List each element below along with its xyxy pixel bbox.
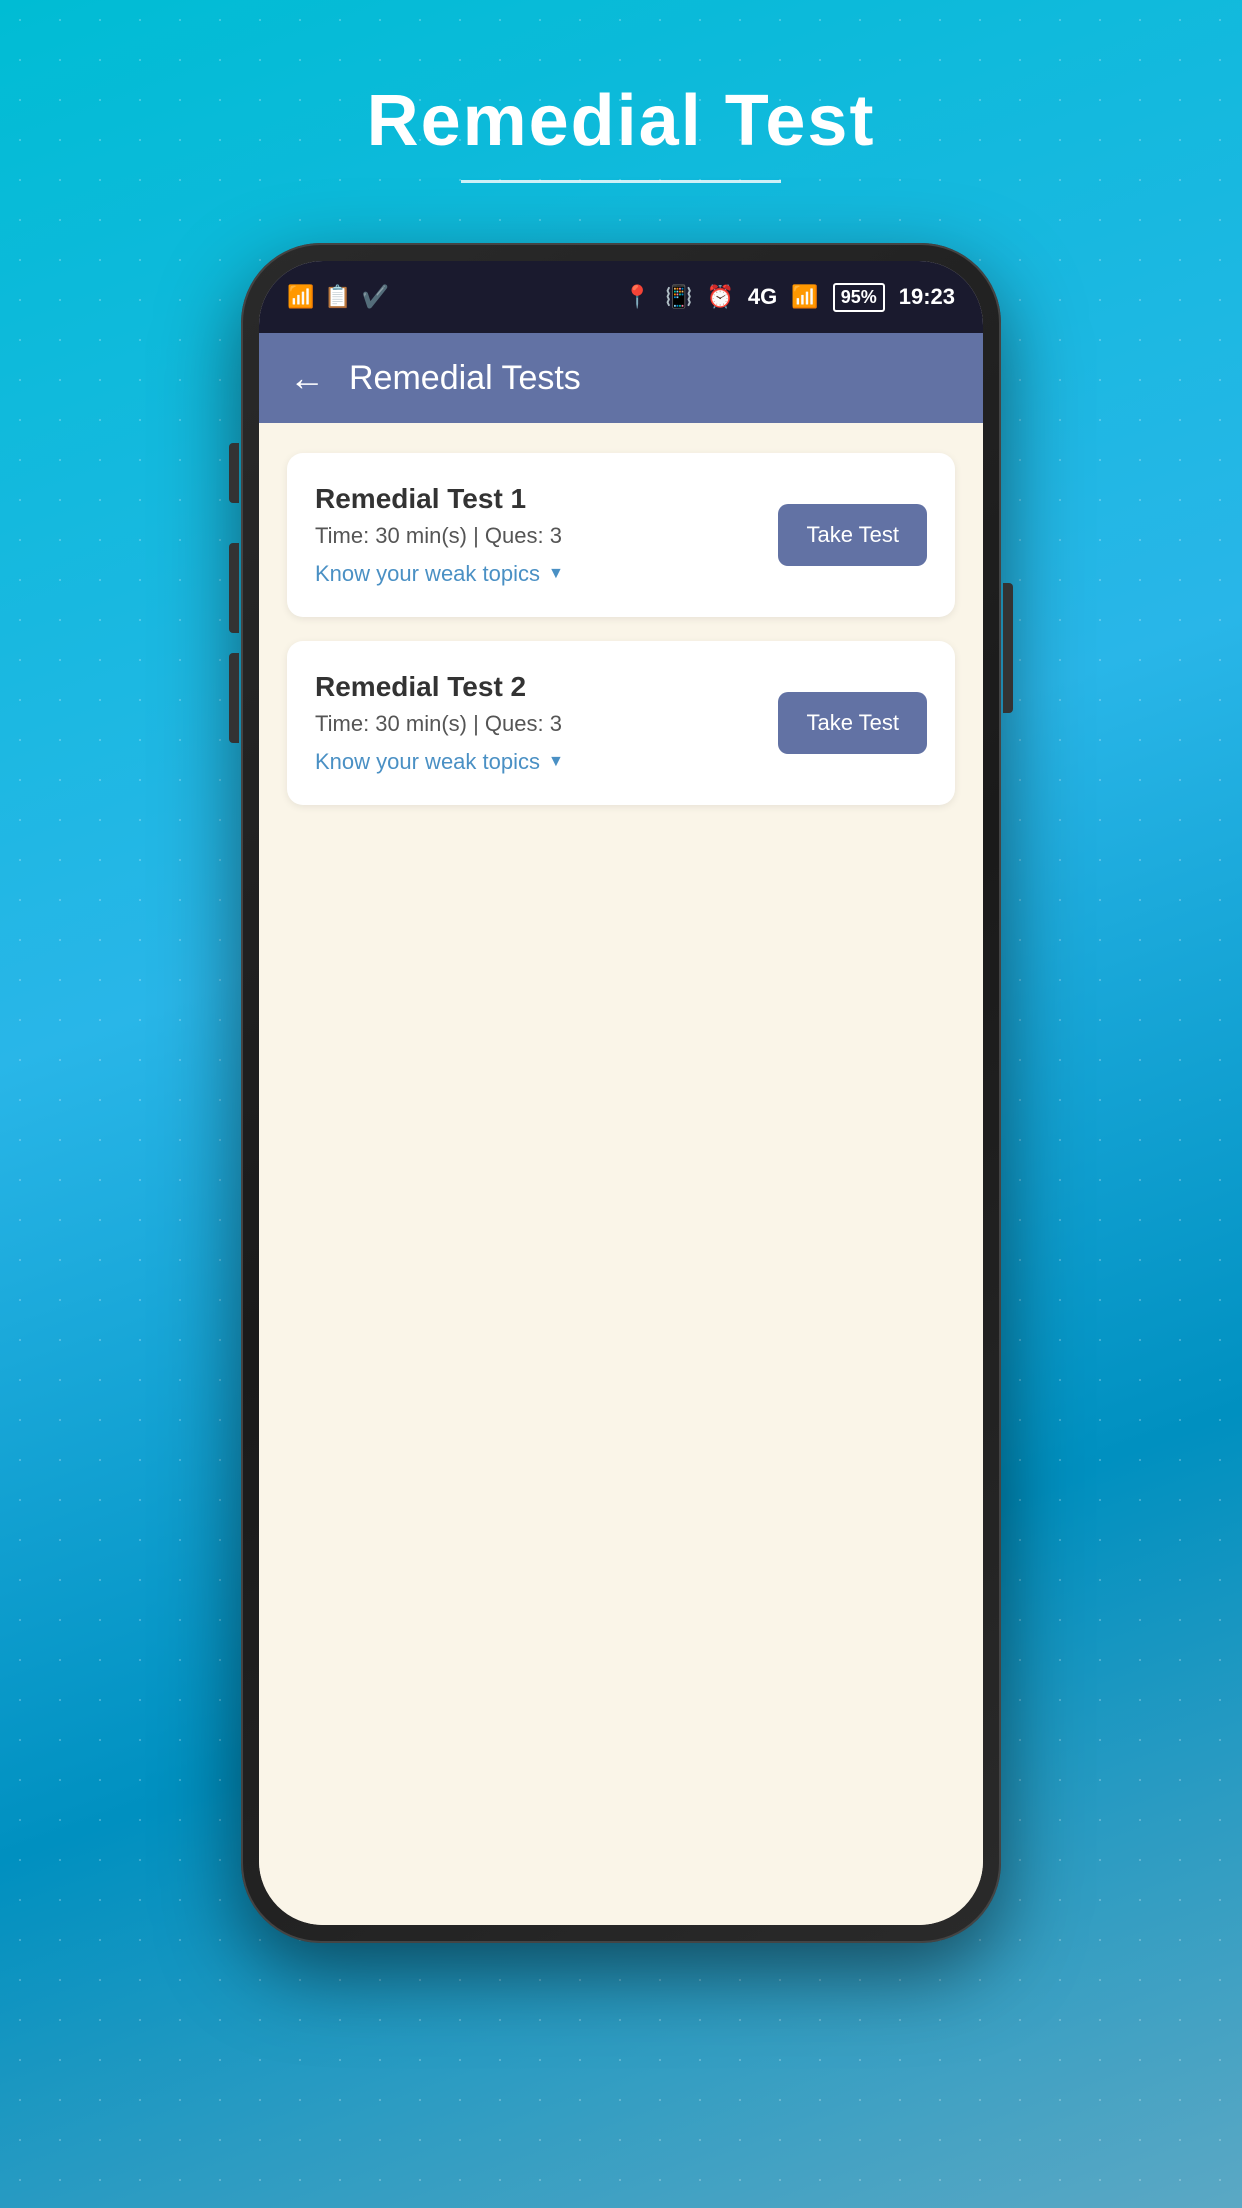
test-2-meta: Time: 30 min(s) | Ques: 3	[315, 711, 564, 737]
status-right: 📍 📳 ⏰ 4G 📶 95% 19:23	[624, 283, 955, 312]
signal-label: 4G	[748, 284, 777, 310]
message-icon: 📋	[324, 284, 351, 310]
test-1-meta: Time: 30 min(s) | Ques: 3	[315, 523, 564, 549]
test-1-weak-topics-label: Know your weak topics	[315, 561, 540, 587]
test-card-2-left: Remedial Test 2 Time: 30 min(s) | Ques: …	[315, 671, 564, 775]
test-card-2: Remedial Test 2 Time: 30 min(s) | Ques: …	[287, 641, 955, 805]
page-title: Remedial Test	[367, 80, 876, 162]
page-title-section: Remedial Test	[367, 80, 876, 183]
phone-frame: 📶 📋 ✔️ 📍 📳 ⏰ 4G 📶 95% 19:23	[241, 243, 1001, 1943]
test-card-1: Remedial Test 1 Time: 30 min(s) | Ques: …	[287, 453, 955, 617]
vibrate-icon: 📳	[665, 284, 692, 310]
test-2-weak-topics-label: Know your weak topics	[315, 749, 540, 775]
take-test-2-button[interactable]: Take Test	[778, 692, 927, 754]
status-left: 📶 📋 ✔️	[287, 284, 389, 310]
phone-screen: 📶 📋 ✔️ 📍 📳 ⏰ 4G 📶 95% 19:23	[259, 261, 983, 1925]
content-area: Remedial Test 1 Time: 30 min(s) | Ques: …	[259, 423, 983, 1925]
title-underline	[461, 180, 781, 183]
battery-indicator: 95%	[833, 283, 885, 312]
location-icon: 📍	[624, 284, 651, 310]
alarm-icon: ⏰	[707, 284, 734, 310]
test-1-title: Remedial Test 1	[315, 483, 564, 515]
test-2-title: Remedial Test 2	[315, 671, 564, 703]
phone-btn-volume-mute	[229, 443, 239, 503]
test-2-weak-topics[interactable]: Know your weak topics ▼	[315, 749, 564, 775]
signal-bars-icon: 📶	[791, 284, 818, 310]
back-button[interactable]: ←	[289, 357, 325, 399]
clock-display: 19:23	[899, 284, 955, 310]
test-1-weak-topics[interactable]: Know your weak topics ▼	[315, 561, 564, 587]
app-header-title: Remedial Tests	[349, 359, 581, 398]
take-test-1-button[interactable]: Take Test	[778, 504, 927, 566]
phone-btn-volume-up	[229, 543, 239, 633]
test-card-1-left: Remedial Test 1 Time: 30 min(s) | Ques: …	[315, 483, 564, 587]
status-bar: 📶 📋 ✔️ 📍 📳 ⏰ 4G 📶 95% 19:23	[259, 261, 983, 333]
app-header: ← Remedial Tests	[259, 333, 983, 423]
phone-btn-power	[1003, 583, 1013, 713]
battery-percent: 95%	[841, 287, 877, 307]
phone-btn-volume-down	[229, 653, 239, 743]
verified-icon: ✔️	[362, 284, 389, 310]
test-2-dropdown-icon: ▼	[548, 753, 564, 771]
wifi-icon: 📶	[287, 284, 314, 310]
test-1-dropdown-icon: ▼	[548, 565, 564, 583]
